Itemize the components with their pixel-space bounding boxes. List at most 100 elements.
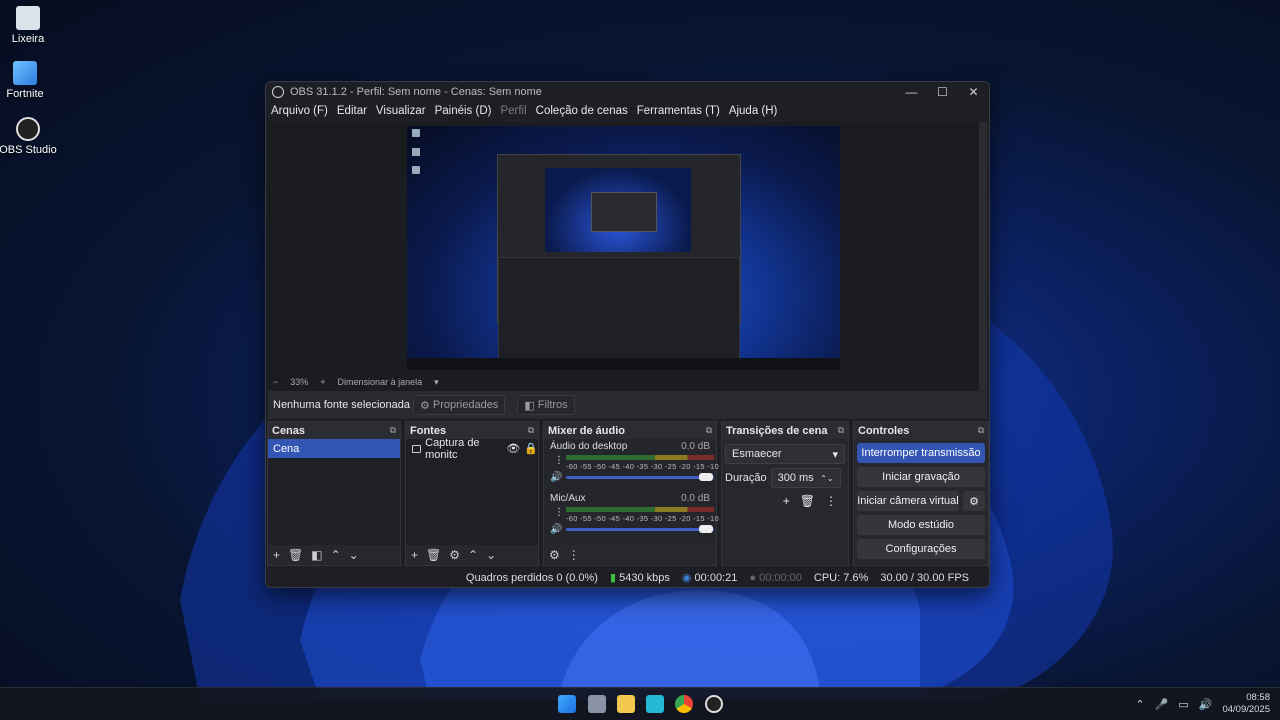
- zoom-out-button[interactable]: −: [273, 377, 278, 387]
- more-options-icon[interactable]: ⋮: [568, 548, 580, 562]
- volume-slider[interactable]: [566, 528, 714, 531]
- volume-slider[interactable]: [566, 476, 714, 479]
- gear-icon[interactable]: ⚙: [449, 548, 460, 562]
- title-bar[interactable]: OBS 31.1.2 - Perfil: Sem nome - Cenas: S…: [266, 82, 989, 101]
- menu-view[interactable]: Visualizar: [376, 105, 426, 117]
- source-toolbar: Nenhuma fonte selecionada ⚙ Propriedades…: [268, 391, 987, 419]
- zoom-bar: − 33% + Dimensionar à janela ▾: [268, 375, 979, 389]
- controls-dock: Controles ⧉ Interromper transmissão Inic…: [853, 421, 989, 566]
- chrome-icon[interactable]: [675, 695, 693, 713]
- notepad-icon[interactable]: [646, 695, 664, 713]
- properties-label: Propriedades: [432, 399, 499, 411]
- list-item[interactable]: Cena: [268, 439, 400, 458]
- chevron-up-icon[interactable]: ⌃: [1135, 698, 1144, 711]
- scale-mode[interactable]: Dimensionar à janela: [338, 377, 423, 387]
- maximize-button[interactable]: ☐: [927, 85, 958, 99]
- eye-icon[interactable]: 👁: [506, 442, 520, 455]
- obs-taskbar-icon[interactable]: [705, 695, 723, 713]
- filter-icon[interactable]: ◧: [311, 548, 322, 562]
- add-icon[interactable]: +: [273, 548, 280, 562]
- controls-body: Interromper transmissão Iniciar gravação…: [854, 439, 988, 567]
- rec-time-value: 00:00:00: [759, 571, 802, 584]
- mini-desktop-icon: [412, 166, 420, 174]
- menu-docks[interactable]: Painéis (D): [435, 105, 492, 117]
- move-down-icon[interactable]: ⌄: [486, 548, 496, 562]
- add-icon[interactable]: +: [783, 494, 790, 508]
- desktop-icon-recycle-bin[interactable]: Lixeira: [0, 6, 56, 45]
- network-icon[interactable]: ▭: [1178, 698, 1188, 711]
- scale-mode-dropdown-icon[interactable]: ▾: [434, 377, 439, 388]
- calculator-icon[interactable]: [588, 695, 606, 713]
- preview-scrollbar[interactable]: [979, 122, 987, 412]
- record-icon: ●: [749, 571, 757, 584]
- zoom-in-button[interactable]: +: [320, 377, 325, 387]
- transition-selected: Esmaecer: [732, 448, 782, 460]
- spin-icon[interactable]: ⌃⌄: [820, 474, 833, 483]
- clock[interactable]: 08:58 04/09/2025: [1222, 692, 1270, 716]
- transitions-dock-header: Transições de cena ⧉: [722, 422, 848, 439]
- minimize-button[interactable]: —: [896, 85, 927, 99]
- rec-time: ● 00:00:00: [749, 572, 802, 584]
- menu-tools[interactable]: Ferramentas (T): [637, 105, 720, 117]
- undock-icon[interactable]: ⧉: [528, 425, 534, 436]
- desktop-icon-fortnite[interactable]: Fortnite: [0, 61, 53, 100]
- undock-icon[interactable]: ⧉: [838, 425, 844, 436]
- undock-icon[interactable]: ⧉: [978, 425, 984, 436]
- filters-button[interactable]: ◧ Filtros: [517, 395, 575, 415]
- lock-icon[interactable]: 🔒: [524, 442, 538, 455]
- file-explorer-icon[interactable]: [617, 695, 635, 713]
- desktop-icon-label: Lixeira: [11, 33, 45, 45]
- filter-icon: ◧: [524, 399, 535, 412]
- start-icon[interactable]: [558, 695, 576, 713]
- stop-streaming-button[interactable]: Interromper transmissão: [857, 443, 985, 463]
- trash-icon[interactable]: 🗑: [288, 548, 303, 562]
- menu-edit[interactable]: Editar: [337, 105, 367, 117]
- properties-button[interactable]: ⚙ Propriedades: [413, 395, 506, 415]
- trash-icon[interactable]: 🗑: [426, 548, 441, 562]
- meter-scale: -60 -55 -50 -45 -40 -35 -30 -25 -20 -15 …: [566, 462, 736, 471]
- start-recording-button[interactable]: Iniciar gravação: [857, 467, 985, 487]
- studio-mode-button[interactable]: Modo estúdio: [857, 515, 985, 535]
- obs-window: OBS 31.1.2 - Perfil: Sem nome - Cenas: S…: [265, 81, 990, 588]
- move-down-icon[interactable]: ⌄: [349, 548, 359, 562]
- menu-file[interactable]: Arquivo (F): [271, 105, 328, 117]
- move-up-icon[interactable]: ⌃: [468, 548, 478, 562]
- speaker-icon[interactable]: 🔊: [550, 524, 562, 535]
- settings-button[interactable]: Configurações: [857, 539, 985, 559]
- preview-nested-preview: [545, 168, 691, 252]
- speaker-icon[interactable]: 🔊: [550, 472, 562, 483]
- mixer-toolbar: ⚙ ⋮: [544, 545, 716, 565]
- scenes-toolbar: + 🗑 ◧ ⌃ ⌄: [268, 545, 400, 565]
- volume-slider-handle[interactable]: [699, 525, 713, 533]
- start-virtual-camera-button[interactable]: Iniciar câmera virtual: [857, 491, 959, 511]
- microphone-icon[interactable]: 🎤: [1155, 698, 1169, 711]
- menu-scene-collection[interactable]: Coleção de cenas: [536, 105, 628, 117]
- preview-canvas[interactable]: [407, 126, 840, 370]
- menu-help[interactable]: Ajuda (H): [729, 105, 778, 117]
- virtual-camera-settings-button[interactable]: ⚙: [963, 491, 985, 511]
- add-icon[interactable]: +: [411, 548, 418, 562]
- preview-taskbar: [407, 358, 840, 370]
- transition-select[interactable]: Esmaecer ▾: [725, 444, 845, 464]
- channel-db: 0.0 dB: [681, 493, 710, 504]
- undock-icon[interactable]: ⧉: [706, 425, 712, 436]
- chevron-down-icon: ▾: [832, 448, 838, 461]
- list-item[interactable]: Captura de monitc 👁 🔒: [406, 437, 538, 461]
- move-up-icon[interactable]: ⌃: [331, 548, 341, 562]
- duration-input[interactable]: 300 ms ⌃⌄: [770, 468, 841, 488]
- volume-slider-handle[interactable]: [699, 473, 713, 481]
- preview-area[interactable]: [268, 122, 979, 416]
- close-button[interactable]: ✕: [958, 85, 989, 99]
- more-options-icon[interactable]: ⋮: [554, 455, 564, 466]
- desktop-icon-obs[interactable]: OBS Studio: [0, 117, 59, 156]
- desktop-icon-label: OBS Studio: [0, 144, 57, 156]
- stream-time: ◉ 00:00:21: [682, 571, 738, 584]
- more-options-icon[interactable]: ⋮: [554, 507, 564, 518]
- advanced-audio-icon[interactable]: ⚙: [549, 548, 560, 562]
- more-options-icon[interactable]: ⋮: [825, 494, 837, 508]
- trash-icon[interactable]: 🗑: [800, 494, 815, 508]
- menu-profile[interactable]: Perfil: [500, 105, 526, 117]
- volume-meter: [566, 507, 714, 512]
- undock-icon[interactable]: ⧉: [390, 425, 396, 436]
- volume-icon[interactable]: 🔊: [1199, 698, 1213, 711]
